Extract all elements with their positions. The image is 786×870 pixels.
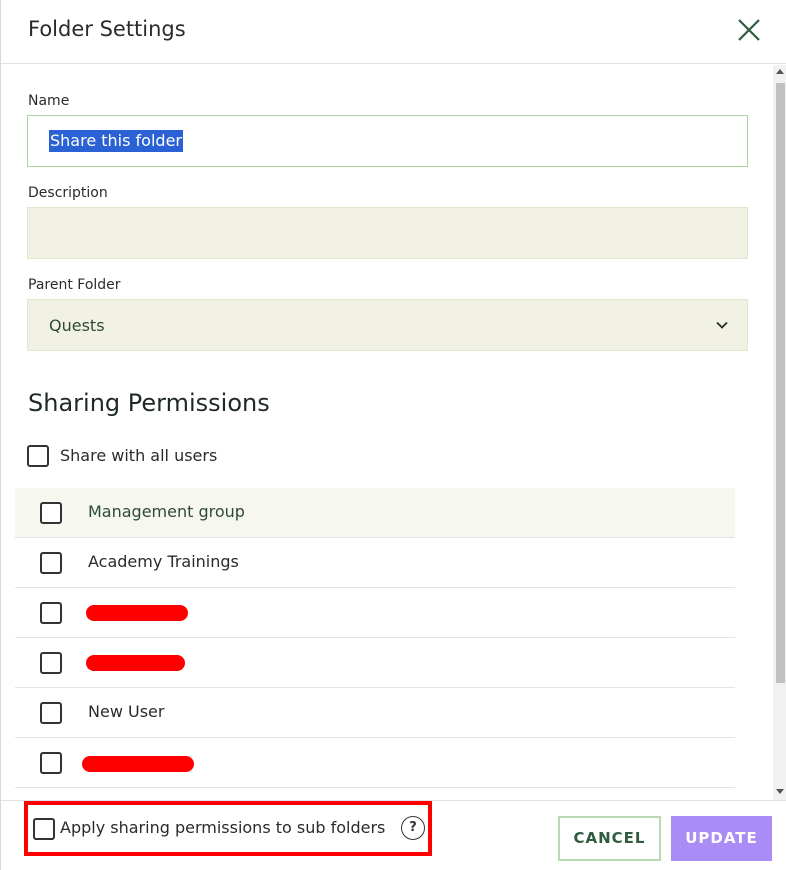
user-checkbox[interactable]	[40, 652, 62, 674]
user-checkbox[interactable]	[40, 702, 62, 724]
name-input-value: Share this folder	[49, 130, 183, 152]
share-all-checkbox[interactable]	[27, 445, 49, 467]
close-icon	[738, 19, 760, 41]
redacted-label	[82, 756, 194, 772]
dialog-footer: Apply sharing permissions to sub folders…	[1, 800, 786, 870]
user-checkbox[interactable]	[40, 502, 62, 524]
list-item[interactable]	[15, 588, 735, 638]
list-item-label: Management group	[88, 502, 245, 521]
description-input[interactable]	[27, 207, 748, 259]
close-button[interactable]	[735, 16, 763, 44]
list-item[interactable]	[15, 638, 735, 688]
description-label: Description	[28, 185, 108, 201]
dialog-title: Folder Settings	[28, 17, 186, 41]
help-icon[interactable]: ?	[401, 816, 425, 840]
update-button[interactable]: UPDATE	[671, 816, 772, 861]
dialog-body: Name Share this folder Description Paren…	[1, 65, 773, 800]
apply-subfolders-label: Apply sharing permissions to sub folders	[60, 818, 386, 837]
name-label: Name	[28, 93, 70, 109]
redacted-label	[86, 605, 188, 621]
user-checkbox[interactable]	[40, 552, 62, 574]
redacted-label	[86, 655, 185, 671]
folder-settings-dialog: Folder Settings Name Share this folder D…	[0, 0, 786, 870]
apply-subfolders-highlight: Apply sharing permissions to sub folders…	[24, 801, 432, 856]
name-input[interactable]: Share this folder	[27, 115, 748, 167]
list-item[interactable]: Management group	[15, 488, 735, 538]
dialog-header: Folder Settings	[1, 0, 786, 64]
cancel-button[interactable]: CANCEL	[558, 816, 661, 861]
scroll-down-arrow-icon[interactable]	[776, 789, 784, 794]
scroll-thumb[interactable]	[776, 83, 785, 683]
chevron-down-icon	[716, 321, 728, 329]
user-checkbox[interactable]	[40, 752, 62, 774]
sharing-permissions-title: Sharing Permissions	[28, 389, 270, 417]
parent-folder-label: Parent Folder	[28, 277, 121, 293]
parent-folder-select[interactable]: Quests	[27, 299, 748, 351]
apply-subfolders-checkbox[interactable]	[33, 818, 55, 840]
list-item[interactable]	[15, 738, 735, 788]
list-item-label: New User	[88, 702, 165, 721]
share-all-label: Share with all users	[60, 446, 218, 465]
parent-folder-value: Quests	[49, 316, 105, 335]
user-checkbox[interactable]	[40, 602, 62, 624]
scroll-up-arrow-icon[interactable]	[776, 69, 784, 74]
list-item[interactable]: Academy Trainings	[15, 538, 735, 588]
list-item[interactable]: New User	[15, 688, 735, 738]
scrollbar[interactable]	[773, 65, 786, 800]
list-item-label: Academy Trainings	[88, 552, 239, 571]
